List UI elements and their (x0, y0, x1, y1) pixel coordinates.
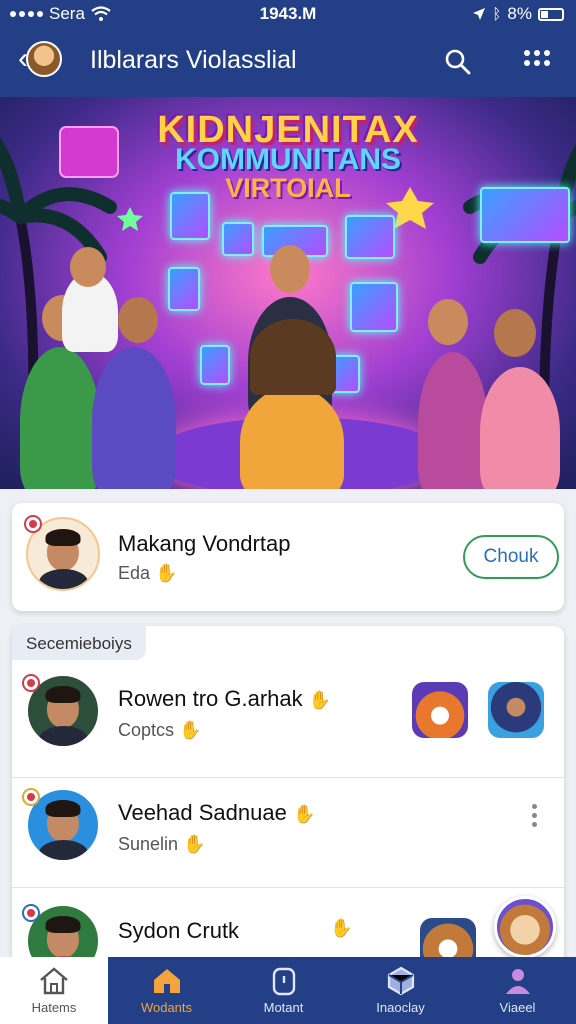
status-bar: Sera 1943.M ᛒ 8% (0, 0, 576, 30)
crowd-person (92, 347, 176, 489)
screen-panel (170, 192, 210, 240)
member-name: Rowen tro G.arhak ✋ (118, 686, 332, 711)
fox-thumbnail[interactable] (412, 682, 468, 738)
nav-hatems[interactable]: Hatems (0, 957, 108, 1024)
floating-avatar[interactable] (494, 896, 556, 958)
nav-motant[interactable]: Motant (225, 957, 342, 1024)
crowd-person (480, 367, 560, 489)
member-name: Sydon Crutk (118, 918, 240, 943)
page-title: Ilblarars Violasslial (90, 46, 297, 74)
screen-panel (168, 267, 200, 311)
clap-icon: ✋ (179, 720, 202, 740)
more-options-icon[interactable] (532, 804, 537, 827)
host-head (270, 245, 310, 293)
video-thumbnail[interactable] (488, 682, 544, 738)
crowd-person (240, 387, 344, 489)
timer-icon (272, 967, 295, 996)
crowd-head (70, 247, 106, 287)
nav-wodants[interactable]: Wodants (108, 957, 225, 1024)
hero-title-line2: KOMMUNITANS (174, 143, 402, 176)
crowd-hair (250, 319, 336, 395)
featured-subtitle: Eda ✋ (118, 563, 178, 583)
person-icon (505, 969, 530, 994)
screen-panel (350, 282, 398, 332)
screen-panel (222, 222, 254, 256)
app-header: ‹ Ilblarars Violasslial (0, 30, 576, 92)
live-indicator-icon (22, 674, 40, 692)
clap-icon: ✋ (183, 834, 206, 854)
top-bar: Sera 1943.M ᛒ 8% ‹ Ilblarars Violasslial (0, 0, 576, 97)
screen-panel (200, 345, 230, 385)
crowd-head (118, 297, 158, 343)
house-filled-icon (153, 969, 180, 993)
clap-icon: ✋ (155, 563, 178, 583)
list-item[interactable]: Rowen tro G.arhak ✋ Coptcs ✋ (12, 662, 564, 778)
cube-icon (387, 966, 414, 996)
screen-panel (345, 215, 395, 259)
location-arrow-icon (473, 8, 486, 20)
bluetooth-icon: ᛒ (492, 5, 502, 23)
nav-viaeel[interactable]: Viaeel (459, 957, 576, 1024)
list-item[interactable]: Veehad Sadnuae ✋ Sunelin ✋ (12, 772, 564, 888)
live-indicator-icon (22, 788, 40, 806)
crowd-person (418, 352, 488, 489)
more-grid-icon[interactable] (524, 50, 550, 66)
house-outline-icon (40, 967, 68, 995)
section-label: Secemieboiys (12, 626, 146, 660)
search-icon[interactable] (444, 48, 472, 76)
live-indicator-icon (22, 904, 40, 922)
featured-name: Makang Vondrtap (118, 531, 291, 556)
bottom-nav: Hatems Wodants Motant Inaoclay Viaeel (0, 957, 576, 1024)
battery-icon (538, 7, 564, 21)
hero-banner[interactable]: KIDNJENITAX KOMMUNITANS VIRTOIAL (0, 97, 576, 489)
member-subtitle: Sunelin ✋ (118, 834, 206, 854)
crowd-head (428, 299, 468, 345)
crowd-head (494, 309, 536, 357)
live-indicator-icon (24, 515, 42, 533)
crowd-person (20, 347, 100, 489)
clap-icon: ✋ (292, 804, 316, 824)
channel-avatar[interactable] (26, 41, 62, 77)
member-name: Veehad Sadnuae ✋ (118, 800, 316, 825)
nav-inaoclay[interactable]: Inaoclay (342, 957, 459, 1024)
clap-icon: ✋ (308, 690, 332, 710)
screen-panel (480, 187, 570, 243)
member-subtitle: Coptcs ✋ (118, 720, 202, 740)
featured-card[interactable]: Makang Vondrtap Eda ✋ Chouk (12, 503, 564, 611)
battery-percent: 8% (507, 4, 532, 23)
check-button[interactable]: Chouk (463, 535, 559, 579)
clap-icon: ✋ (330, 918, 353, 938)
